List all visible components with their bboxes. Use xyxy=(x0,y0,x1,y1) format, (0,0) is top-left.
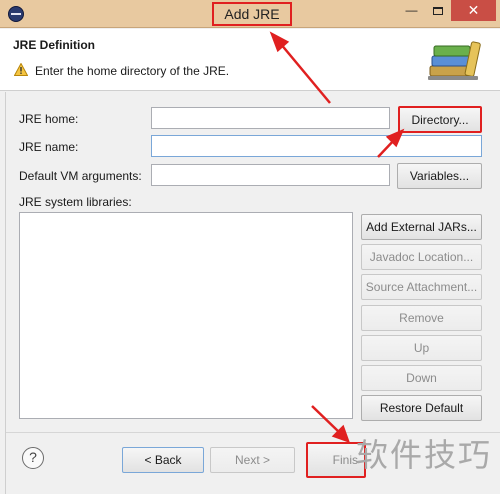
vm-arguments-input[interactable] xyxy=(151,164,390,186)
maximize-button[interactable] xyxy=(425,0,451,21)
close-button[interactable]: ✕ xyxy=(451,0,496,21)
system-libraries-list[interactable] xyxy=(19,212,353,419)
left-edge xyxy=(0,92,6,494)
eclipse-icon xyxy=(8,6,24,22)
header-message: Enter the home directory of the JRE. xyxy=(35,64,230,78)
maximize-icon xyxy=(433,6,443,15)
arrow-head-finish xyxy=(331,424,351,444)
up-button[interactable]: Up xyxy=(361,335,482,361)
watermark-text: 软件技巧 xyxy=(356,436,493,474)
minimize-button[interactable]: — xyxy=(398,0,425,21)
jre-home-label: JRE home: xyxy=(19,112,79,126)
jre-name-label: JRE name: xyxy=(19,140,79,154)
window-title: Add JRE xyxy=(212,2,292,26)
jre-home-input[interactable] xyxy=(151,107,390,129)
system-libraries-label: JRE system libraries: xyxy=(19,195,132,209)
source-attachment-button[interactable]: Source Attachment... xyxy=(361,274,482,300)
variables-button[interactable]: Variables... xyxy=(397,163,482,189)
remove-button[interactable]: Remove xyxy=(361,305,482,331)
next-button[interactable]: Next > xyxy=(210,447,295,473)
restore-default-button[interactable]: Restore Default xyxy=(361,395,482,421)
down-button[interactable]: Down xyxy=(361,365,482,391)
back-button[interactable]: < Back xyxy=(122,447,204,473)
header-title: JRE Definition xyxy=(13,38,96,52)
books-icon xyxy=(428,41,481,80)
javadoc-location-button[interactable]: Javadoc Location... xyxy=(361,244,482,270)
jre-name-input[interactable] xyxy=(151,135,482,157)
warning-icon xyxy=(14,63,28,76)
help-icon[interactable]: ? xyxy=(22,447,44,469)
directory-button[interactable]: Directory... xyxy=(398,106,482,133)
vm-arguments-label: Default VM arguments: xyxy=(19,169,142,183)
add-external-jars-button[interactable]: Add External JARs... xyxy=(361,214,482,240)
